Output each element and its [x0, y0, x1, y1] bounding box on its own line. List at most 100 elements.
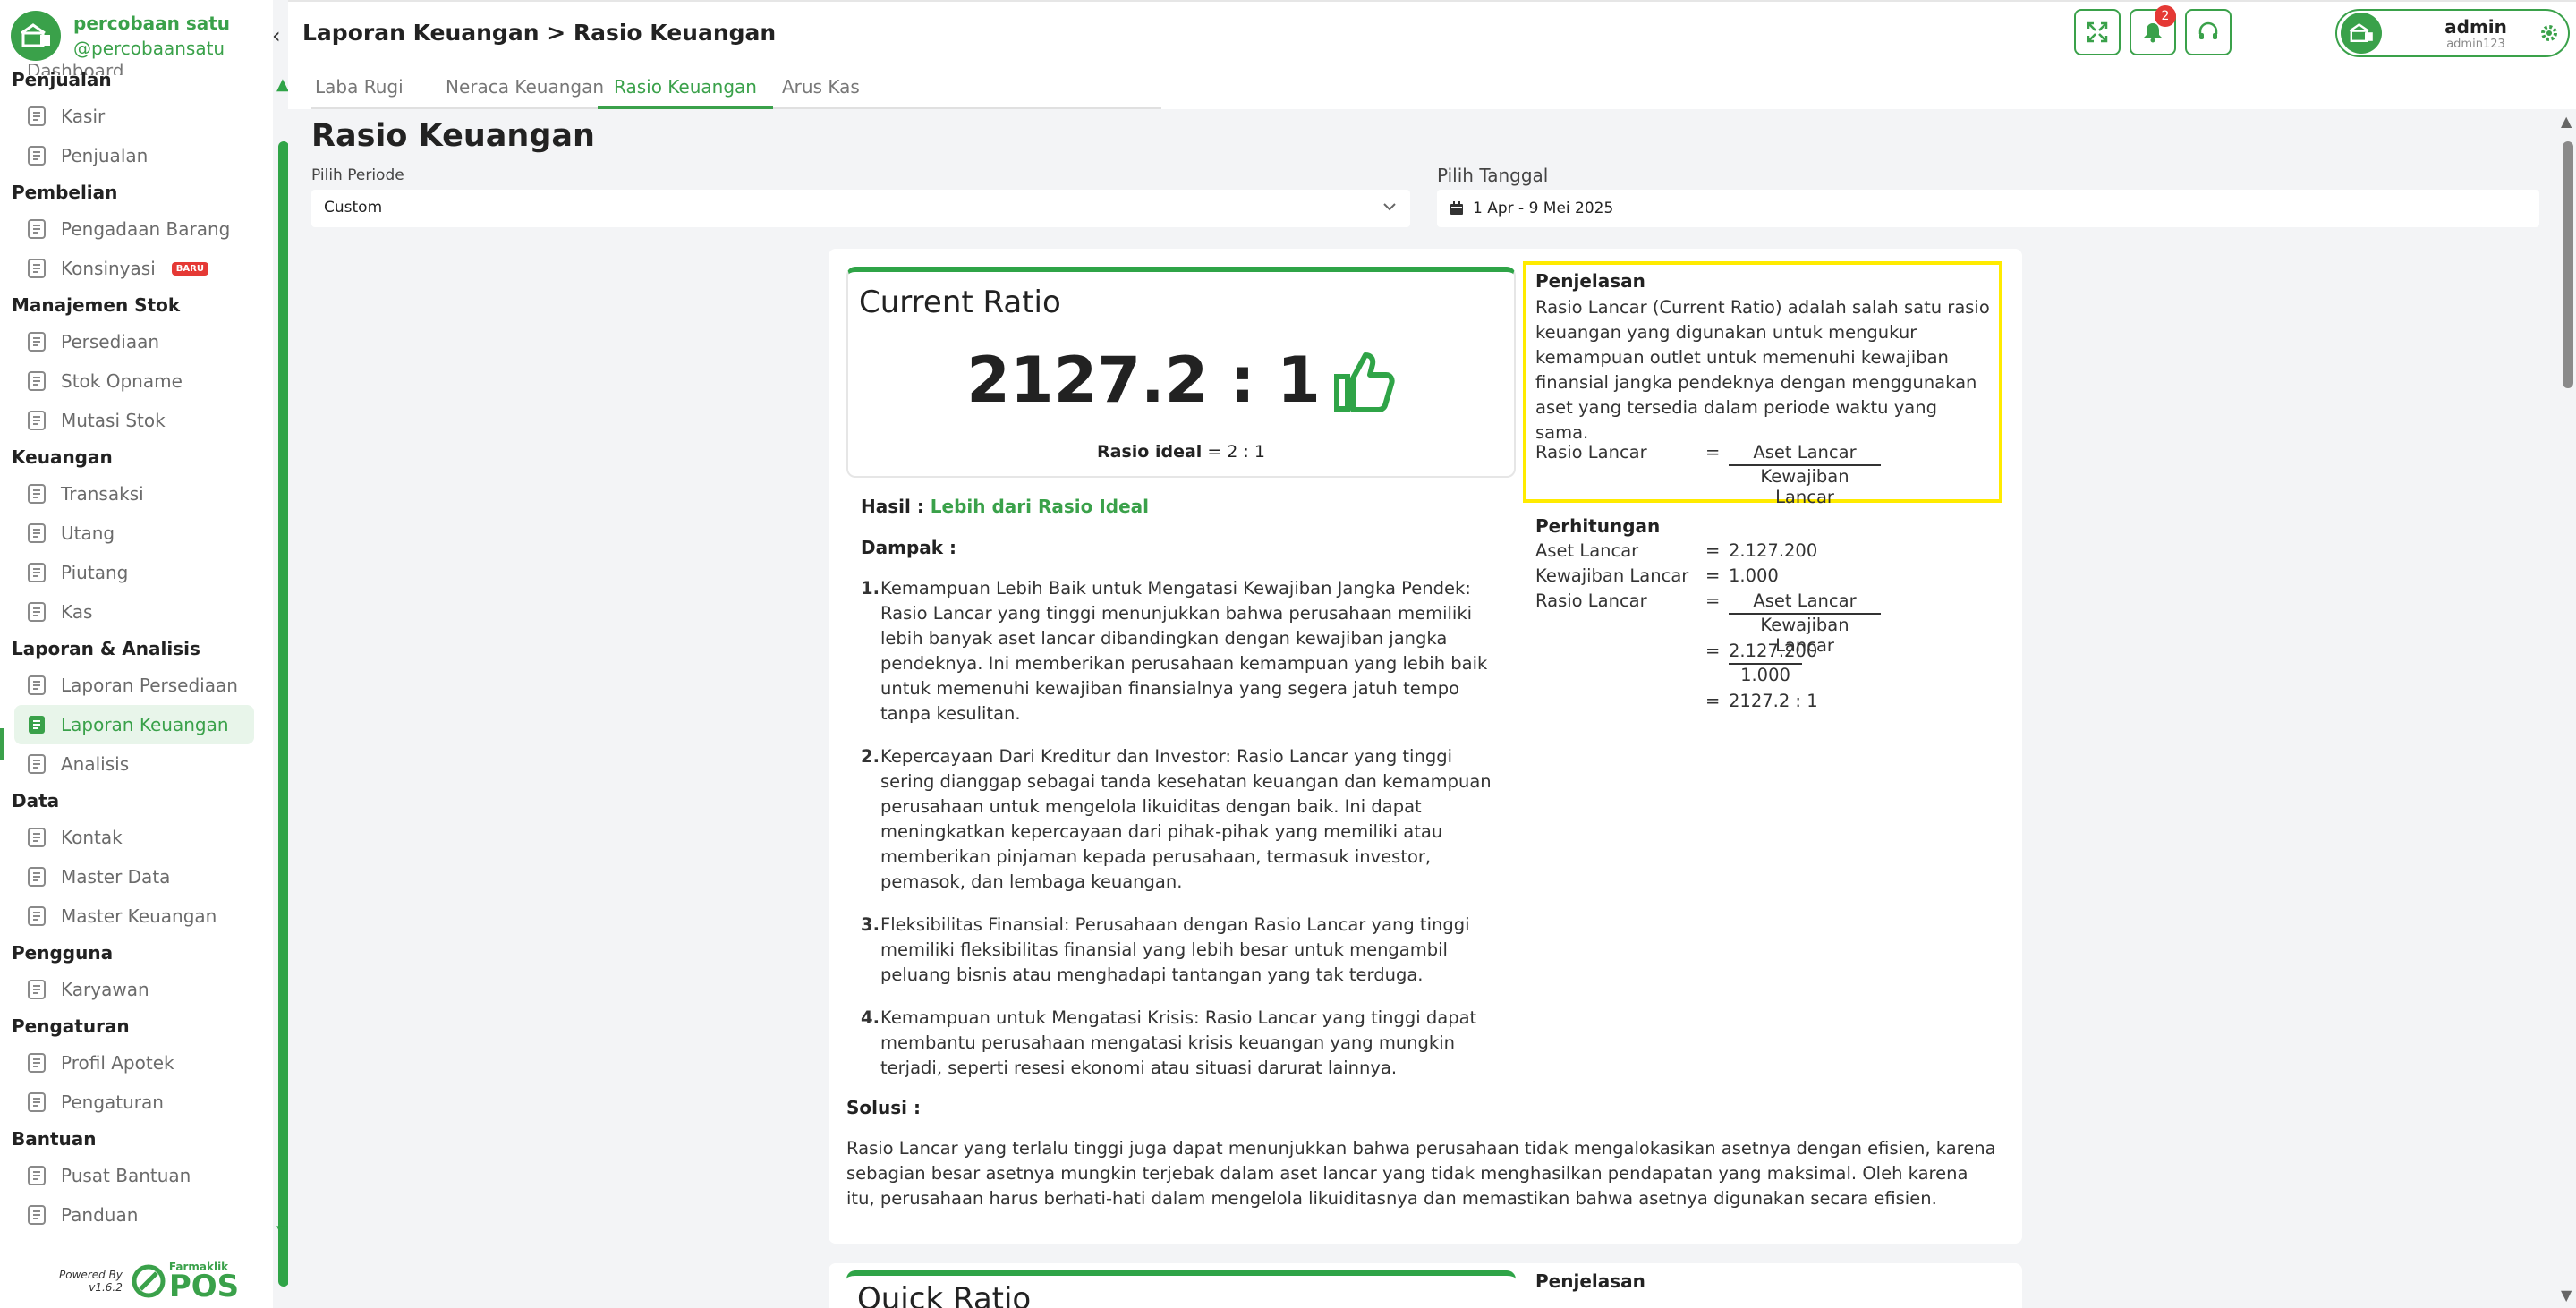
scroll-up-icon[interactable]: ▲ — [276, 75, 289, 94]
formula-numerator: Aset Lancar — [1729, 442, 1881, 466]
sidebar-nav: Penjualan Kasir Penjualan Pembelian Pengadaa… — [0, 63, 259, 1235]
page-title: Rasio Keuangan — [311, 118, 595, 154]
calc-eq-1: = — [1705, 540, 1721, 561]
sidebar-item-label: Kontak — [61, 827, 123, 848]
scroll-down-icon[interactable]: ▼ — [2561, 1287, 2572, 1304]
calc-rasio-label: Rasio Lancar — [1535, 590, 1647, 611]
sidebar-item-penjualan[interactable]: Penjualan — [0, 136, 259, 175]
sidebar-item-label: Stok Opname — [61, 370, 183, 392]
formula-denominator: Kewajiban Lancar — [1760, 466, 1849, 507]
sidebar-item-label: Piutang — [61, 562, 129, 583]
sidebar-item-kasir[interactable]: Kasir — [0, 97, 259, 136]
sidebar-item-profil-apotek[interactable]: Profil Apotek — [0, 1043, 259, 1083]
sidebar-group-title: Laporan & Analisis — [12, 638, 200, 659]
main-scroll-thumb[interactable] — [2563, 141, 2573, 388]
dampak-list: 1. Kemampuan Lebih Baik untuk Mengatasi K… — [861, 576, 1496, 1099]
list-item: 4. Kemampuan untuk Mengatasi Krisis: Rasi… — [861, 1006, 1496, 1081]
calc-aset-value: 2.127.200 — [1729, 540, 1818, 561]
solusi-heading: Solusi : — [846, 1097, 921, 1118]
calc-frac2-num: 2.127.200 — [1729, 641, 1817, 665]
perhitungan-heading: Perhitungan — [1535, 515, 1661, 537]
sidebar-item-label: Penjualan — [61, 145, 149, 166]
sidebar-item-master-data[interactable]: Master Data — [0, 857, 259, 896]
periode-select[interactable]: Custom — [311, 190, 1410, 227]
sidebar-item-pengadaan-barang[interactable]: Pengadaan Barang — [0, 209, 259, 249]
sidebar-item-master-keuangan[interactable]: Master Keuangan — [0, 896, 259, 936]
sidebar-item-laporan-keuangan[interactable]: Laporan Keuangan — [14, 705, 254, 744]
sidebar-item-piutang[interactable]: Piutang — [0, 553, 259, 592]
sidebar-item-panduan[interactable]: Panduan — [0, 1195, 259, 1235]
calc-fraction-2: 2.127.200 1.000 — [1729, 641, 1817, 685]
fullscreen-button[interactable] — [2074, 9, 2121, 55]
ratio-ideal: Rasio ideal = 2 : 1 — [848, 442, 1514, 462]
tab-laba-rugi[interactable]: Laba Rugi — [299, 73, 420, 109]
quick-penjelasan-heading: Penjelasan — [1535, 1270, 1645, 1292]
calc-eq-5: = — [1705, 691, 1721, 711]
sidebar-item-pengaturan[interactable]: Pengaturan — [0, 1083, 259, 1122]
users-icon — [25, 978, 48, 1001]
list-item: 2. Kepercayaan Dari Kreditur dan Investor… — [861, 744, 1496, 895]
sidebar-item-label: Pengadaan Barang — [61, 218, 231, 240]
date-range-picker[interactable]: 1 Apr - 9 Mei 2025 — [1437, 190, 2539, 227]
collapse-sidebar-icon[interactable]: ‹ — [272, 23, 288, 48]
formula-label: Rasio Lancar — [1535, 442, 1647, 463]
gear-icon[interactable] — [2539, 23, 2559, 43]
clipboard-icon — [25, 674, 48, 697]
sidebar-item-laporan-persediaan[interactable]: Laporan Persediaan — [0, 666, 259, 705]
ratio-ideal-label: Rasio ideal — [1097, 442, 1203, 462]
headset-icon — [2198, 21, 2218, 39]
help-icon — [25, 1164, 48, 1187]
sidebar-item-label: Master Data — [61, 866, 171, 888]
main-scrollbar[interactable]: ▲ ▼ — [2559, 109, 2576, 1308]
calc-kewajiban-label: Kewajiban Lancar — [1535, 565, 1689, 586]
sidebar-item-label: Pengaturan — [61, 1091, 164, 1113]
sidebar-item-transaksi[interactable]: Transaksi — [0, 474, 259, 514]
procurement-icon — [25, 217, 48, 241]
penjelasan-heading: Penjelasan — [1535, 270, 1645, 292]
sidebar-item-persediaan[interactable]: Persediaan — [0, 322, 259, 361]
scroll-up-icon[interactable]: ▲ — [2561, 113, 2572, 130]
sidebar-group-title: Pengguna — [12, 942, 114, 964]
sidebar-item-label: Laporan Keuangan — [61, 714, 229, 735]
cashier-icon — [25, 105, 48, 128]
farmaklik-pos-logo: Farmaklik POS — [132, 1261, 239, 1302]
powered-by-label: Powered By — [59, 1269, 123, 1281]
sidebar-group-title: Pengaturan — [12, 1015, 130, 1037]
dampak-item-2: Kepercayaan Dari Kreditur dan Investor: … — [880, 746, 1492, 892]
sidebar-item-label: Transaksi — [61, 483, 144, 505]
version-label: v1.6.2 — [89, 1281, 123, 1294]
sidebar-item-karyawan[interactable]: Karyawan — [0, 970, 259, 1009]
dampak-item-1: Kemampuan Lebih Baik untuk Mengatasi Kew… — [880, 578, 1488, 724]
sidebar-item-pusat-bantuan[interactable]: Pusat Bantuan — [0, 1156, 259, 1195]
tab-neraca-keuangan[interactable]: Neraca Keuangan — [429, 73, 620, 109]
user-menu[interactable]: admin admin123 — [2335, 9, 2570, 57]
sidebar-item-analisis[interactable]: Analisis — [0, 744, 259, 784]
ratio-value: 2127.2 : 1 — [966, 344, 1321, 417]
scroll-down-icon[interactable]: ▼ — [276, 1222, 289, 1241]
sidebar-item-mutasi-stok[interactable]: Mutasi Stok — [0, 401, 259, 440]
cash-icon — [25, 600, 48, 624]
sidebar-item-kontak[interactable]: Kontak — [0, 818, 259, 857]
fullscreen-icon — [2087, 21, 2108, 43]
thumbs-up-icon — [1333, 352, 1395, 412]
sidebar-item-konsinyasi[interactable]: Konsinyasi BARU — [0, 249, 259, 288]
guide-icon — [25, 1203, 48, 1227]
sidebar-item-kas[interactable]: Kas — [0, 592, 259, 632]
main-content: Rasio Keuangan Pilih Periode Custom Pili… — [288, 109, 2576, 1308]
brand[interactable]: percobaan satu @percobaansatu — [11, 7, 230, 64]
sidebar-item-label: Karyawan — [61, 979, 149, 1000]
analysis-icon — [25, 752, 48, 776]
sidebar-group-title: Pembelian — [12, 182, 118, 203]
sidebar-item-stok-opname[interactable]: Stok Opname — [0, 361, 259, 401]
penjelasan-highlight: Penjelasan Rasio Lancar (Current Ratio) … — [1523, 261, 2002, 507]
transaction-icon — [25, 482, 48, 505]
notification-button[interactable]: 2 — [2130, 5, 2176, 55]
shop-icon — [25, 144, 48, 167]
sidebar-item-utang[interactable]: Utang — [0, 514, 259, 553]
sidebar-scrollbar[interactable]: ▲ ▼ — [276, 75, 289, 1287]
support-button[interactable] — [2185, 9, 2232, 55]
brand-handle: @percobaansatu — [73, 38, 225, 59]
tab-arus-kas[interactable]: Arus Kas — [766, 73, 876, 109]
active-indicator — [0, 728, 4, 760]
tab-rasio-keuangan[interactable]: Rasio Keuangan — [598, 73, 773, 109]
